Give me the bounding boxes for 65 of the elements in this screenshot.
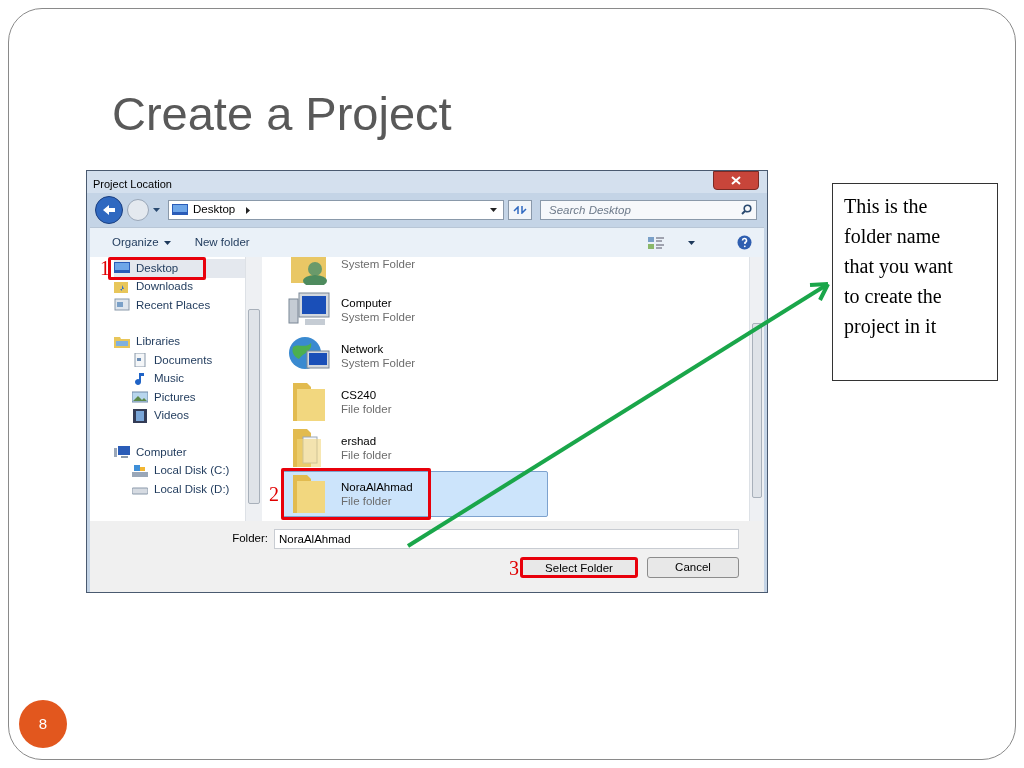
- address-bar[interactable]: Desktop: [168, 200, 504, 220]
- back-button[interactable]: [95, 196, 123, 224]
- refresh-icon: [513, 206, 527, 214]
- nav-item[interactable]: Libraries: [114, 332, 245, 351]
- file-item[interactable]: Computer System Folder: [282, 287, 548, 333]
- file-name: CS240: [341, 388, 378, 402]
- nav-item[interactable]: Local Disk (D:): [132, 480, 245, 499]
- search-icon: [741, 204, 752, 215]
- nav-item[interactable]: Documents: [132, 351, 245, 370]
- file-type: System Folder: [341, 257, 416, 271]
- folder-icon: [114, 279, 130, 294]
- step-number: 2: [269, 484, 279, 504]
- toolbar-button[interactable]: Organize: [112, 233, 171, 252]
- monitor-icon: [172, 203, 188, 217]
- file-name: NoraAlAhmad: [341, 480, 413, 494]
- nav-item[interactable]: Videos: [132, 406, 245, 425]
- refresh-button[interactable]: [508, 200, 532, 220]
- help-icon[interactable]: [737, 235, 752, 250]
- document-icon: [132, 353, 148, 368]
- hard-drive-icon: [132, 463, 148, 478]
- step-number: 3: [509, 557, 519, 578]
- toolbar-button[interactable]: New folder: [194, 233, 250, 252]
- window-title: Project Location: [93, 177, 172, 192]
- scrollbar[interactable]: [749, 257, 764, 521]
- file-type: System Folder: [341, 356, 416, 370]
- breadcrumb[interactable]: Desktop: [193, 201, 236, 219]
- file-type: File folder: [341, 448, 392, 462]
- monitor-icon: [114, 261, 130, 276]
- caret-icon[interactable]: [490, 208, 497, 212]
- step-number: 1: [100, 258, 110, 279]
- close-icon: [731, 176, 741, 185]
- close-button[interactable]: [713, 171, 759, 190]
- nav-item[interactable]: Music: [132, 369, 245, 388]
- caret-icon[interactable]: [688, 240, 695, 245]
- page-number: 8: [19, 700, 67, 748]
- file-name: Network: [341, 342, 385, 356]
- nav-item[interactable]: Recent Places: [114, 296, 245, 315]
- folder-icon: [114, 334, 130, 349]
- recent-places-icon: [114, 298, 130, 313]
- nav-item[interactable]: Local Disk (C:): [132, 461, 245, 480]
- dialog-button[interactable]: Cancel: [647, 557, 739, 578]
- chevron-icon: [246, 206, 251, 214]
- picture-icon: [132, 390, 148, 405]
- search-field[interactable]: Search Desktop: [540, 200, 757, 220]
- file-type: File folder: [341, 494, 393, 508]
- nav-item[interactable]: Pictures: [132, 388, 245, 407]
- file-item[interactable]: Network System Folder: [282, 333, 548, 379]
- file-item[interactable]: System Folder: [282, 257, 548, 287]
- field-label: Folder:: [232, 531, 268, 547]
- scrollbar[interactable]: [245, 257, 262, 521]
- file-type: File folder: [341, 402, 392, 416]
- nav-item[interactable]: Downloads: [114, 277, 245, 296]
- computer-icon: [114, 445, 130, 460]
- caret-icon[interactable]: [153, 208, 160, 212]
- file-item[interactable]: CS240 File folder: [282, 379, 548, 425]
- slide-title: Create a Project: [112, 86, 453, 142]
- folder-name-field[interactable]: NoraAlAhmad: [274, 529, 739, 549]
- film-icon: [132, 408, 148, 423]
- back-arrow-icon: [102, 204, 116, 216]
- callout-text: This is the folder name that you want to create the project in it: [844, 194, 954, 340]
- nav-item[interactable]: Computer: [114, 443, 245, 462]
- file-name: Computer: [341, 296, 393, 310]
- file-name: ershad: [341, 434, 378, 448]
- file-item[interactable]: ershad File folder: [282, 425, 548, 471]
- file-type: System Folder: [341, 310, 416, 324]
